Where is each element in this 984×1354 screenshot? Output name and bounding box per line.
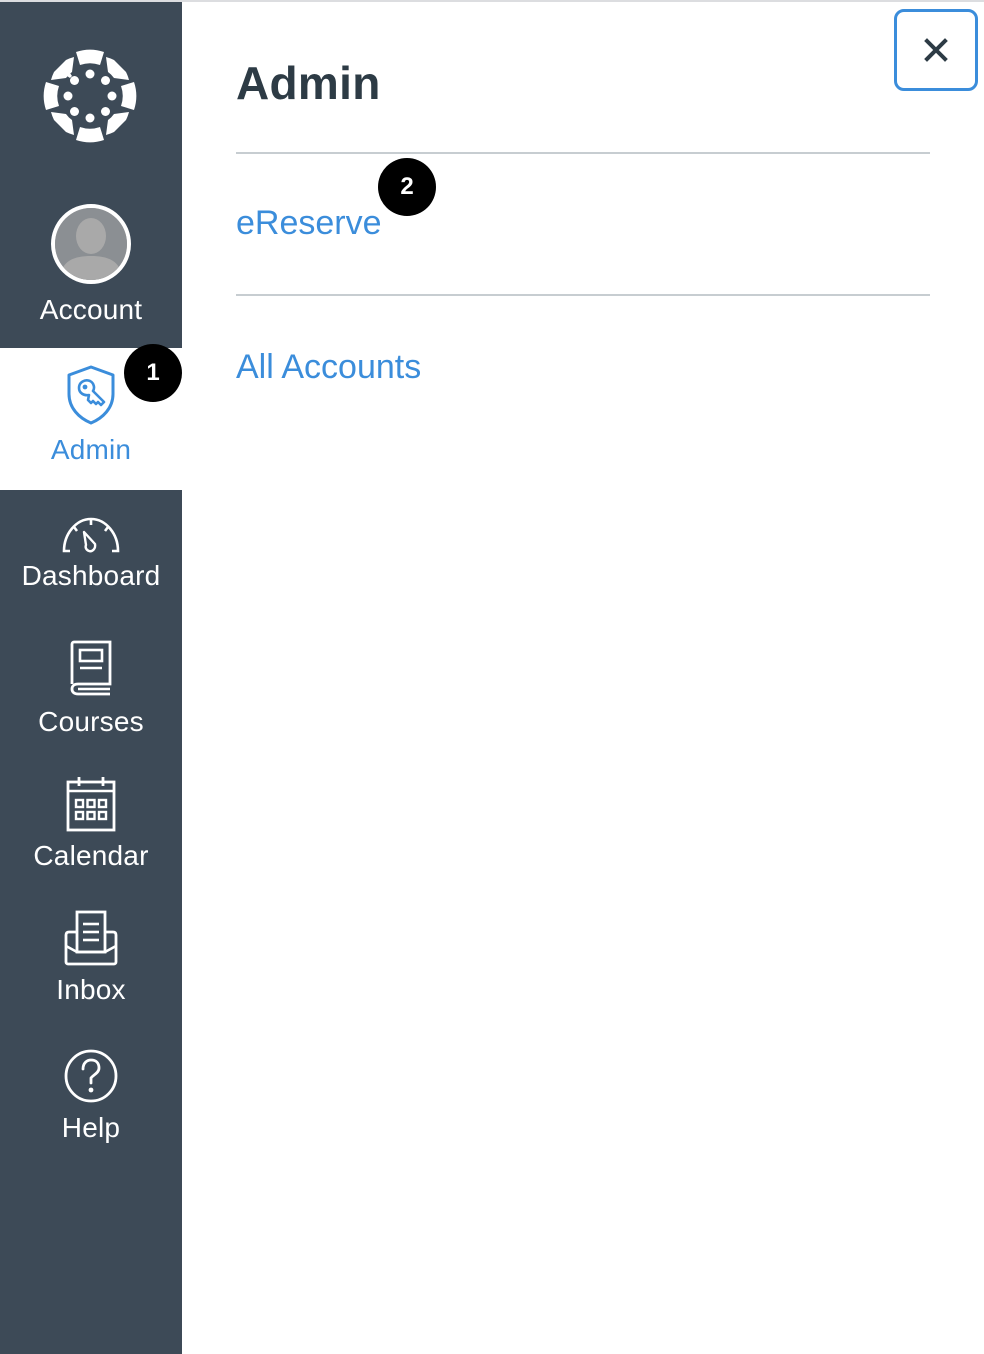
speedometer-icon bbox=[62, 517, 120, 553]
top-border bbox=[0, 0, 984, 2]
close-icon bbox=[924, 38, 948, 62]
divider bbox=[236, 294, 930, 296]
nav-item-courses[interactable]: Courses bbox=[0, 640, 182, 744]
nav-item-label: Courses bbox=[38, 706, 144, 737]
nav-item-label: Admin bbox=[50, 434, 132, 465]
nav-item-label: Inbox bbox=[56, 974, 126, 1005]
inbox-icon bbox=[64, 910, 118, 966]
help-circle-icon bbox=[64, 1049, 118, 1103]
nav-item-label: Calendar bbox=[33, 840, 149, 871]
canvas-logo-icon[interactable] bbox=[42, 48, 138, 144]
tray-title: Admin bbox=[236, 57, 381, 109]
nav-item-label: Account bbox=[39, 294, 143, 325]
book-icon bbox=[70, 640, 112, 696]
global-navigation: Account Admin Dashboard Courses Calendar… bbox=[0, 2, 182, 1354]
step-badge: 1 bbox=[124, 344, 182, 402]
link-ereserve[interactable]: eReserve bbox=[236, 204, 382, 243]
nav-item-label: Help bbox=[61, 1112, 121, 1143]
avatar-icon bbox=[51, 204, 131, 284]
shield-key-icon bbox=[67, 365, 115, 425]
nav-item-inbox[interactable]: Inbox bbox=[0, 910, 182, 1014]
nav-item-dashboard[interactable]: Dashboard bbox=[0, 514, 182, 606]
step-badge: 2 bbox=[378, 158, 436, 216]
calendar-icon bbox=[66, 777, 116, 832]
nav-item-calendar[interactable]: Calendar bbox=[0, 776, 182, 880]
nav-item-account[interactable]: Account bbox=[0, 204, 182, 348]
nav-item-help[interactable]: Help bbox=[0, 1048, 182, 1152]
close-button[interactable] bbox=[894, 9, 978, 91]
divider bbox=[236, 152, 930, 154]
link-all-accounts[interactable]: All Accounts bbox=[236, 348, 421, 387]
nav-item-label: Dashboard bbox=[21, 560, 161, 591]
